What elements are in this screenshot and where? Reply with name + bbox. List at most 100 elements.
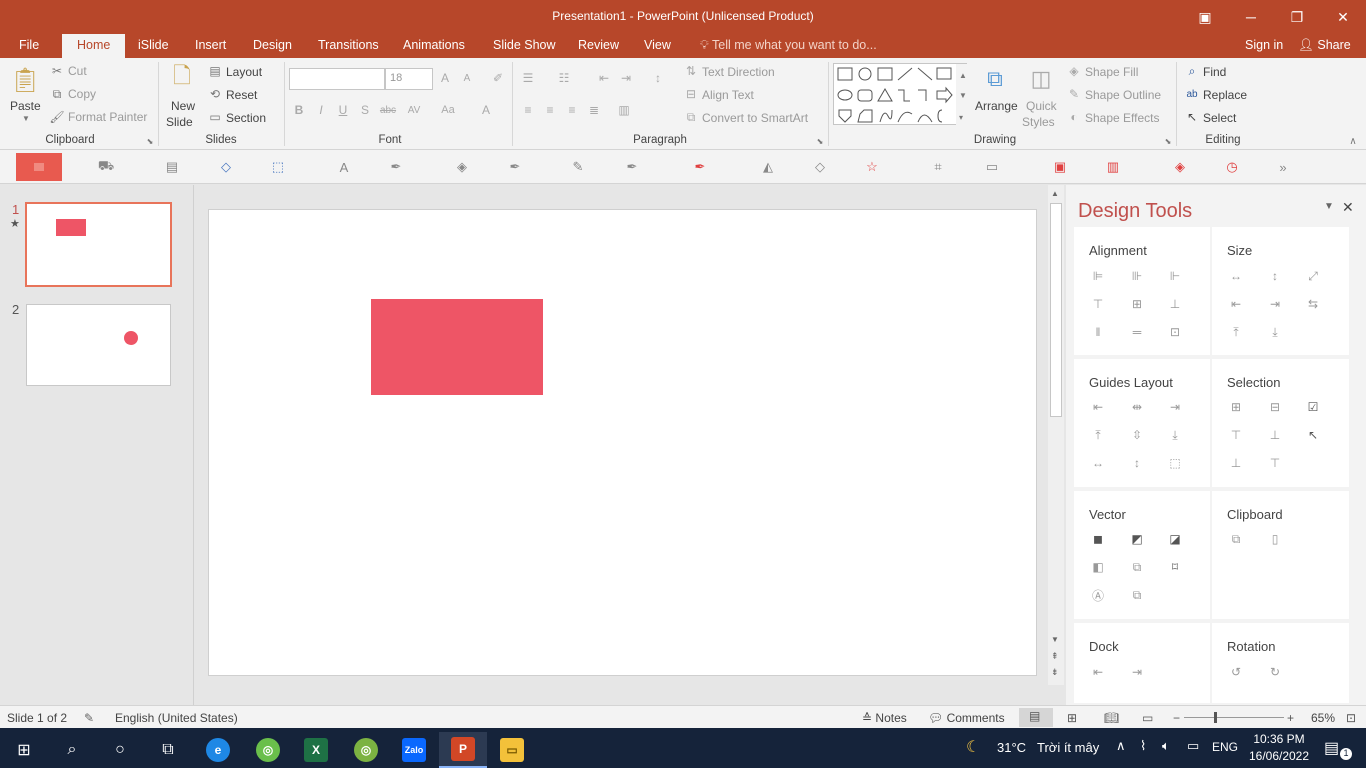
guide-center-v-icon[interactable]: ⇳: [1128, 426, 1146, 444]
guide-bottom-icon[interactable]: ⤓: [1166, 426, 1184, 444]
weather-temperature[interactable]: 31°C: [997, 740, 1026, 755]
align-center-h-icon[interactable]: ⊪: [1128, 267, 1146, 285]
slide-library-icon[interactable]: ⛟: [96, 158, 116, 176]
green-app-icon[interactable]: ◎: [244, 732, 292, 768]
dock-right-icon[interactable]: ⇥: [1128, 663, 1146, 681]
select-above-icon[interactable]: ⊤: [1227, 426, 1245, 444]
file-explorer-icon[interactable]: ▭: [488, 732, 536, 768]
ribbon-display-options-icon[interactable]: ▣: [1182, 0, 1228, 34]
paste-dropdown-icon[interactable]: ▼: [22, 114, 30, 123]
clock-date[interactable]: 16/06/2022: [1248, 749, 1310, 763]
guide-right-icon[interactable]: ⇥: [1166, 398, 1184, 416]
shape-effects-button[interactable]: Shape Effects: [1085, 111, 1160, 125]
select-split-icon[interactable]: ⊤: [1266, 454, 1284, 472]
zoom-slider-thumb[interactable]: [1214, 712, 1217, 723]
replace-button[interactable]: Replace: [1203, 88, 1247, 102]
copy-size-icon[interactable]: ⧉: [1227, 530, 1245, 548]
select-below-icon[interactable]: ⊥: [1227, 454, 1245, 472]
close-pane-icon[interactable]: ✕: [1342, 199, 1354, 216]
swap-size-icon[interactable]: ⇆: [1304, 295, 1322, 313]
arrange-icon[interactable]: ⧉: [980, 64, 1010, 94]
excel-icon[interactable]: X: [292, 732, 340, 768]
layout-button[interactable]: Layout: [226, 65, 262, 79]
select-button[interactable]: Select: [1203, 111, 1236, 125]
fragment-icon[interactable]: ◪: [1166, 530, 1184, 548]
star-tool-icon[interactable]: ☆: [862, 158, 882, 176]
quick-styles-icon[interactable]: ◫: [1026, 64, 1056, 94]
chrome-app-icon[interactable]: ◎: [342, 732, 390, 768]
fit-slide-icon[interactable]: ⊡: [1346, 711, 1356, 725]
collapse-ribbon-icon[interactable]: ∧: [1346, 134, 1360, 148]
bullets-icon[interactable]: ☰: [520, 70, 536, 86]
align-right-icon[interactable]: ⊩: [1166, 267, 1184, 285]
effects-tool-icon[interactable]: ◭: [758, 158, 778, 176]
distribute-h-icon[interactable]: ‖: [1089, 323, 1107, 341]
underline-icon[interactable]: U: [335, 102, 351, 118]
slide-thumbnail-1[interactable]: [25, 202, 172, 287]
bold-icon[interactable]: B: [291, 102, 307, 118]
sign-in-link[interactable]: Sign in: [1245, 38, 1283, 52]
rotate-right-icon[interactable]: ↻: [1266, 663, 1284, 681]
guide-top-icon[interactable]: ⤒: [1089, 426, 1107, 444]
shape-style-icon[interactable]: ◇: [810, 158, 830, 176]
quick-styles-label-2[interactable]: Styles: [1022, 115, 1055, 129]
eyedropper-2-icon[interactable]: ✒: [505, 158, 525, 176]
red-eyedropper-icon[interactable]: ✒: [690, 158, 710, 176]
stretch-right-icon[interactable]: ⇥: [1266, 295, 1284, 313]
minimize-icon[interactable]: ─: [1228, 0, 1274, 34]
same-size-icon[interactable]: ⤢: [1304, 267, 1322, 285]
paste-size-icon[interactable]: ▯: [1266, 530, 1284, 548]
chart-tool-icon[interactable]: ▣: [1050, 158, 1070, 176]
select-same-icon[interactable]: ⊟: [1266, 398, 1284, 416]
align-top-icon[interactable]: ⊤: [1089, 295, 1107, 313]
tab-design[interactable]: Design: [253, 38, 292, 52]
dock-left-icon[interactable]: ⇤: [1089, 663, 1107, 681]
weather-description[interactable]: Trời ít mây: [1037, 740, 1099, 755]
language-indicator[interactable]: English (United States): [115, 711, 238, 725]
slide-canvas[interactable]: [208, 209, 1037, 676]
tab-review[interactable]: Review: [578, 38, 619, 52]
image-tool-icon[interactable]: ▭: [982, 158, 1002, 176]
slide-rectangle-shape[interactable]: [371, 299, 543, 395]
close-icon[interactable]: ✕: [1320, 0, 1366, 34]
share-button[interactable]: 👤︎ Share: [1298, 38, 1351, 53]
columns-icon[interactable]: ▥: [616, 102, 632, 118]
font-size-combo[interactable]: 18: [385, 68, 433, 90]
guide-center-h-icon[interactable]: ⇹: [1128, 398, 1146, 416]
shapes-gallery[interactable]: ▲ ▼ ▾: [833, 63, 968, 126]
copy-button[interactable]: Copy: [68, 87, 96, 101]
align-bottom-icon[interactable]: ⊥: [1166, 295, 1184, 313]
arrange-button[interactable]: Arrange: [975, 99, 1018, 113]
shrink-font-icon[interactable]: A: [459, 70, 475, 86]
paragraph-launcher-icon[interactable]: ⬊: [815, 136, 825, 146]
timer-icon[interactable]: ◷: [1222, 158, 1242, 176]
tell-me-search[interactable]: 💡︎ Tell me what you want to do...: [700, 38, 877, 53]
same-width-icon[interactable]: ↔: [1227, 267, 1245, 285]
shape-fill-button[interactable]: Shape Fill: [1085, 65, 1138, 79]
font-color-icon[interactable]: A: [478, 102, 494, 118]
cortana-icon[interactable]: ○: [96, 732, 144, 768]
new-slide-icon[interactable]: 🗋: [168, 62, 196, 94]
rotate-left-icon[interactable]: ↺: [1227, 663, 1245, 681]
edge-browser-icon[interactable]: e: [194, 732, 242, 768]
pen-tool-icon[interactable]: ✎: [568, 158, 588, 176]
picture-tool-icon[interactable]: ⬚: [268, 158, 288, 176]
shapes-tool-icon[interactable]: ◇: [216, 158, 236, 176]
new-slide-label-2[interactable]: Slide: [166, 115, 193, 129]
paste-button[interactable]: Paste: [10, 99, 41, 113]
notes-button[interactable]: ≙ Notes: [862, 711, 907, 725]
align-center-icon[interactable]: ≡: [542, 102, 558, 118]
font-name-combo[interactable]: [289, 68, 385, 90]
pane-options-icon[interactable]: ▼: [1324, 201, 1334, 212]
align-text-button[interactable]: Align Text: [702, 88, 754, 102]
cut-button[interactable]: Cut: [68, 64, 87, 78]
align-left-icon[interactable]: ⊫: [1089, 267, 1107, 285]
keyboard-icon[interactable]: ▭: [1187, 738, 1199, 754]
tab-insert[interactable]: Insert: [195, 38, 226, 52]
format-painter-button[interactable]: Format Painter: [68, 110, 147, 124]
select-middle-icon[interactable]: ⊥: [1266, 426, 1284, 444]
notification-center-icon[interactable]: ▤: [1324, 738, 1339, 758]
more-tools-icon[interactable]: »: [1273, 158, 1293, 176]
italic-icon[interactable]: I: [313, 102, 329, 118]
slide-thumbnail-2[interactable]: [26, 304, 171, 386]
